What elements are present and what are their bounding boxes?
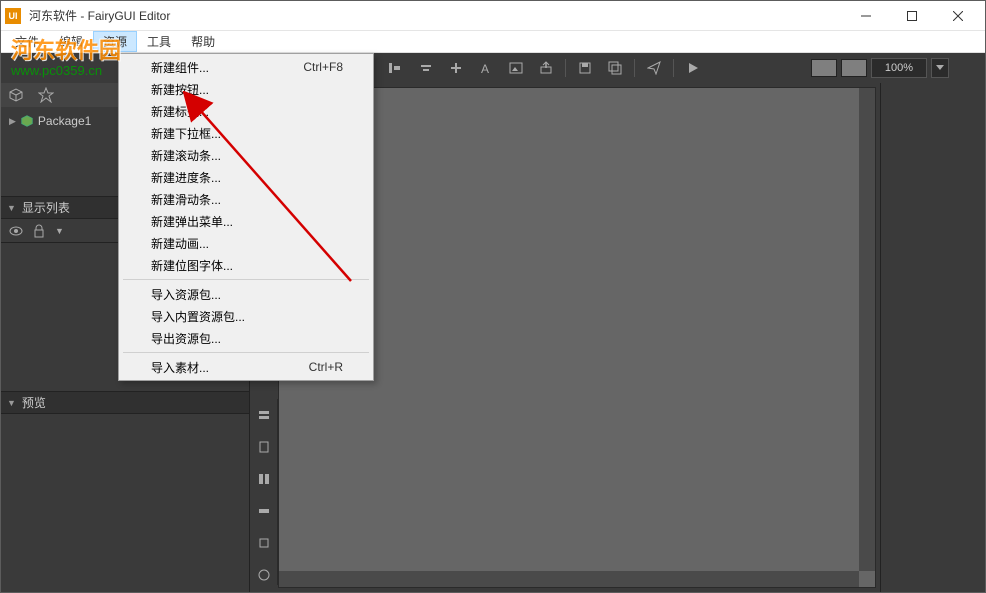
right-column bbox=[880, 83, 985, 592]
separator bbox=[565, 59, 566, 77]
package-label: Package1 bbox=[38, 114, 91, 128]
menu-edit[interactable]: 编辑 bbox=[49, 31, 93, 52]
chevron-down-icon: ▼ bbox=[7, 398, 16, 408]
display-list-title: 显示列表 bbox=[22, 199, 70, 216]
vtool-1-icon[interactable] bbox=[254, 405, 274, 425]
menu-import-builtin-package[interactable]: 导入内置资源包... bbox=[121, 305, 371, 327]
svg-text:A: A bbox=[481, 62, 489, 75]
chevron-down-icon: ▼ bbox=[7, 203, 16, 213]
maximize-button[interactable] bbox=[889, 1, 935, 31]
text-icon[interactable]: A bbox=[475, 57, 497, 79]
publish-icon[interactable] bbox=[643, 57, 665, 79]
color-swatch-2[interactable] bbox=[841, 59, 867, 77]
app-icon: UI bbox=[5, 8, 21, 24]
zoom-dropdown[interactable] bbox=[931, 58, 949, 78]
titlebar: UI 河东软件 - FairyGUI Editor bbox=[1, 1, 985, 31]
align-left-icon[interactable] bbox=[385, 57, 407, 79]
color-swatch-1[interactable] bbox=[811, 59, 837, 77]
separator bbox=[673, 59, 674, 77]
package-tab-icon[interactable] bbox=[7, 86, 25, 104]
menu-tools[interactable]: 工具 bbox=[137, 31, 181, 52]
menu-export-package[interactable]: 导出资源包... bbox=[121, 327, 371, 349]
menu-new-combobox[interactable]: 新建下拉框... bbox=[121, 122, 371, 144]
vtool-6-icon[interactable] bbox=[254, 565, 274, 585]
menu-help[interactable]: 帮助 bbox=[181, 31, 225, 52]
chevron-down-icon[interactable]: ▼ bbox=[55, 226, 64, 236]
zoom-level[interactable]: 100% bbox=[871, 58, 927, 78]
separator bbox=[634, 59, 635, 77]
menu-separator bbox=[123, 279, 369, 280]
menu-new-label[interactable]: 新建标签... bbox=[121, 100, 371, 122]
window-title: 河东软件 - FairyGUI Editor bbox=[29, 7, 170, 24]
favorite-tab-icon[interactable] bbox=[37, 86, 55, 104]
export-icon[interactable] bbox=[535, 57, 557, 79]
menu-new-bitmapfont[interactable]: 新建位图字体... bbox=[121, 254, 371, 276]
lock-icon[interactable] bbox=[33, 224, 45, 238]
preview-header[interactable]: ▼ 预览 bbox=[1, 392, 249, 414]
package-icon bbox=[20, 114, 34, 128]
preview-title: 预览 bbox=[22, 394, 46, 411]
vtool-2-icon[interactable] bbox=[254, 437, 274, 457]
menu-new-popupmenu[interactable]: 新建弹出菜单... bbox=[121, 210, 371, 232]
vertical-scrollbar[interactable] bbox=[859, 88, 875, 571]
visibility-icon[interactable] bbox=[9, 226, 23, 236]
menu-new-progressbar[interactable]: 新建进度条... bbox=[121, 166, 371, 188]
menu-file[interactable]: 文件 bbox=[5, 31, 49, 52]
align-center-icon[interactable] bbox=[415, 57, 437, 79]
menu-new-component[interactable]: 新建组件...Ctrl+F8 bbox=[121, 56, 371, 78]
vertical-toolbar bbox=[250, 399, 278, 585]
save-icon[interactable] bbox=[574, 57, 596, 79]
vtool-5-icon[interactable] bbox=[254, 533, 274, 553]
plus-icon[interactable] bbox=[445, 57, 467, 79]
preview-panel: ▼ 预览 bbox=[1, 391, 249, 592]
preview-body bbox=[1, 414, 249, 592]
minimize-button[interactable] bbox=[843, 1, 889, 31]
menu-new-button[interactable]: 新建按钮... bbox=[121, 78, 371, 100]
horizontal-scrollbar[interactable] bbox=[279, 571, 859, 587]
save-all-icon[interactable] bbox=[604, 57, 626, 79]
vtool-4-icon[interactable] bbox=[254, 501, 274, 521]
menubar: 文件 编辑 资源 工具 帮助 bbox=[1, 31, 985, 53]
vtool-3-icon[interactable] bbox=[254, 469, 274, 489]
toolbar-right: 100% bbox=[811, 58, 949, 78]
close-button[interactable] bbox=[935, 1, 981, 31]
menu-new-scrollbar[interactable]: 新建滚动条... bbox=[121, 144, 371, 166]
menu-import-asset[interactable]: 导入素材...Ctrl+R bbox=[121, 356, 371, 378]
window-controls bbox=[843, 1, 981, 31]
menu-new-slider[interactable]: 新建滑动条... bbox=[121, 188, 371, 210]
play-icon[interactable] bbox=[682, 57, 704, 79]
tree-expand-icon[interactable]: ▶ bbox=[9, 116, 16, 127]
image-icon[interactable] bbox=[505, 57, 527, 79]
menu-resource[interactable]: 资源 bbox=[93, 31, 137, 52]
resource-dropdown-menu: 新建组件...Ctrl+F8 新建按钮... 新建标签... 新建下拉框... … bbox=[118, 53, 374, 381]
menu-import-package[interactable]: 导入资源包... bbox=[121, 283, 371, 305]
menu-separator bbox=[123, 352, 369, 353]
menu-new-animation[interactable]: 新建动画... bbox=[121, 232, 371, 254]
